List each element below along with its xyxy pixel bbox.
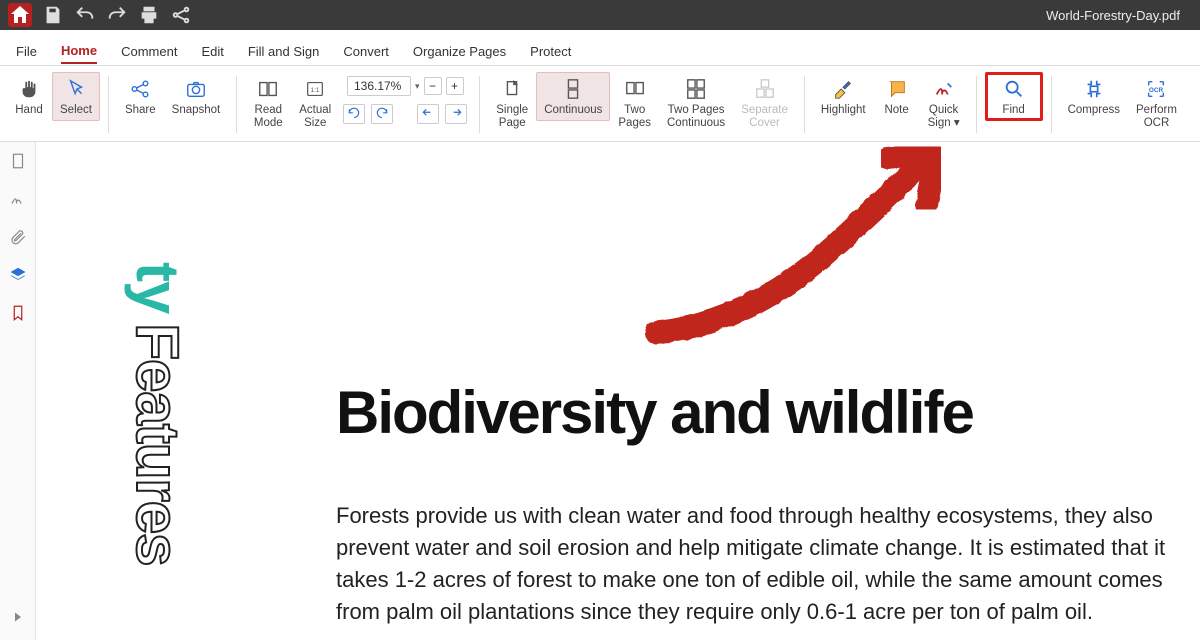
read-mode-label: Read Mode bbox=[254, 104, 283, 130]
expand-sidebar-icon[interactable] bbox=[9, 608, 27, 626]
continuous-button[interactable]: Continuous bbox=[536, 72, 610, 121]
select-tool-button[interactable]: Select bbox=[52, 72, 100, 121]
zoom-value[interactable]: 136.17% bbox=[347, 76, 411, 96]
menu-file[interactable]: File bbox=[16, 40, 37, 63]
title-bar: World-Forestry-Day.pdf bbox=[0, 0, 1200, 30]
compress-icon bbox=[1081, 76, 1107, 102]
redo-icon[interactable] bbox=[106, 4, 128, 26]
workspace: ty Features Biodiversity and wildlife Fo… bbox=[0, 142, 1200, 640]
hand-icon bbox=[16, 76, 42, 102]
signature-icon bbox=[931, 76, 957, 102]
note-label: Note bbox=[884, 104, 908, 117]
zoom-dropdown-icon[interactable]: ▾ bbox=[415, 81, 420, 92]
hand-label: Hand bbox=[15, 104, 43, 117]
side-text-partial: ty bbox=[123, 262, 192, 313]
undo-icon[interactable] bbox=[74, 4, 96, 26]
print-icon[interactable] bbox=[138, 4, 160, 26]
save-icon[interactable] bbox=[42, 4, 64, 26]
highlighter-icon bbox=[830, 76, 856, 102]
ribbon-toolbar: Hand Select Share Snapshot Read Mode 1:1… bbox=[0, 66, 1200, 142]
bookmarks-icon[interactable] bbox=[9, 304, 27, 322]
svg-text:1:1: 1:1 bbox=[311, 87, 320, 94]
cursor-icon bbox=[63, 76, 89, 102]
document-viewport[interactable]: ty Features Biodiversity and wildlife Fo… bbox=[36, 142, 1200, 640]
menu-edit[interactable]: Edit bbox=[201, 40, 223, 63]
book-icon bbox=[255, 76, 281, 102]
continuous-label: Continuous bbox=[544, 104, 602, 117]
document-title: World-Forestry-Day.pdf bbox=[1046, 8, 1180, 23]
separate-cover-button: Separate Cover bbox=[733, 72, 796, 134]
snapshot-label: Snapshot bbox=[172, 104, 221, 117]
quick-sign-button[interactable]: Quick Sign ▾ bbox=[920, 72, 968, 134]
layers-icon[interactable] bbox=[9, 266, 27, 284]
zoom-out-button[interactable]: − bbox=[424, 77, 442, 95]
camera-icon bbox=[183, 76, 209, 102]
single-page-label: Single Page bbox=[496, 104, 528, 130]
menu-bar: File Home Comment Edit Fill and Sign Con… bbox=[0, 30, 1200, 66]
one-to-one-icon: 1:1 bbox=[302, 76, 328, 102]
home-icon[interactable] bbox=[8, 3, 32, 27]
separate-cover-icon bbox=[752, 76, 778, 102]
compress-button[interactable]: Compress bbox=[1060, 72, 1128, 121]
two-pages-cont-label: Two Pages Continuous bbox=[667, 104, 725, 130]
svg-text:OCR: OCR bbox=[1149, 87, 1164, 94]
magnifier-icon bbox=[1001, 76, 1027, 102]
redo-view-button[interactable] bbox=[445, 104, 467, 124]
find-button[interactable]: Find bbox=[985, 72, 1043, 121]
ocr-button[interactable]: OCR Perform OCR bbox=[1128, 72, 1185, 134]
vertical-side-text: ty Features bbox=[123, 262, 192, 565]
zoom-control: 136.17% ▾ − + bbox=[339, 72, 471, 128]
read-mode-button[interactable]: Read Mode bbox=[245, 72, 291, 134]
sidebar-panel bbox=[0, 142, 36, 640]
two-pages-label: Two Pages bbox=[618, 104, 651, 130]
undo-view-button[interactable] bbox=[417, 104, 439, 124]
note-icon bbox=[884, 76, 910, 102]
menu-protect[interactable]: Protect bbox=[530, 40, 571, 63]
single-page-icon bbox=[499, 76, 525, 102]
document-heading: Biodiversity and wildlife bbox=[336, 378, 973, 447]
rotate-left-button[interactable] bbox=[343, 104, 365, 124]
thumbnails-icon[interactable] bbox=[9, 152, 27, 170]
document-body-text: Forests provide us with clean water and … bbox=[336, 500, 1176, 628]
quick-sign-label: Quick Sign ▾ bbox=[928, 104, 960, 130]
note-button[interactable]: Note bbox=[874, 72, 920, 121]
separate-cover-label: Separate Cover bbox=[741, 104, 788, 130]
menu-convert[interactable]: Convert bbox=[343, 40, 389, 63]
share-button[interactable]: Share bbox=[117, 72, 164, 121]
two-pages-continuous-button[interactable]: Two Pages Continuous bbox=[659, 72, 733, 134]
highlight-button[interactable]: Highlight bbox=[813, 72, 874, 121]
snapshot-button[interactable]: Snapshot bbox=[164, 72, 229, 121]
menu-fill-and-sign[interactable]: Fill and Sign bbox=[248, 40, 320, 63]
menu-organize-pages[interactable]: Organize Pages bbox=[413, 40, 506, 63]
continuous-icon bbox=[560, 76, 586, 102]
actual-size-label: Actual Size bbox=[299, 104, 331, 130]
ocr-label: Perform OCR bbox=[1136, 104, 1177, 130]
zoom-in-button[interactable]: + bbox=[446, 77, 464, 95]
share-nodes-icon bbox=[127, 76, 153, 102]
side-text-features: Features bbox=[123, 323, 192, 565]
two-pages-button[interactable]: Two Pages bbox=[610, 72, 659, 134]
select-label: Select bbox=[60, 104, 92, 117]
hand-tool-button[interactable]: Hand bbox=[6, 72, 52, 121]
menu-comment[interactable]: Comment bbox=[121, 40, 177, 63]
annotation-arrow bbox=[596, 142, 996, 362]
ocr-icon: OCR bbox=[1143, 76, 1169, 102]
share-icon[interactable] bbox=[170, 4, 192, 26]
menu-home[interactable]: Home bbox=[61, 39, 97, 64]
signatures-panel-icon[interactable] bbox=[9, 190, 27, 208]
find-label: Find bbox=[1002, 104, 1024, 117]
rotate-right-button[interactable] bbox=[371, 104, 393, 124]
single-page-button[interactable]: Single Page bbox=[488, 72, 536, 134]
actual-size-button[interactable]: 1:1 Actual Size bbox=[291, 72, 339, 134]
attachments-icon[interactable] bbox=[9, 228, 27, 246]
two-pages-cont-icon bbox=[683, 76, 709, 102]
two-pages-icon bbox=[622, 76, 648, 102]
share-label: Share bbox=[125, 104, 156, 117]
compress-label: Compress bbox=[1068, 104, 1120, 117]
highlight-label: Highlight bbox=[821, 104, 866, 117]
